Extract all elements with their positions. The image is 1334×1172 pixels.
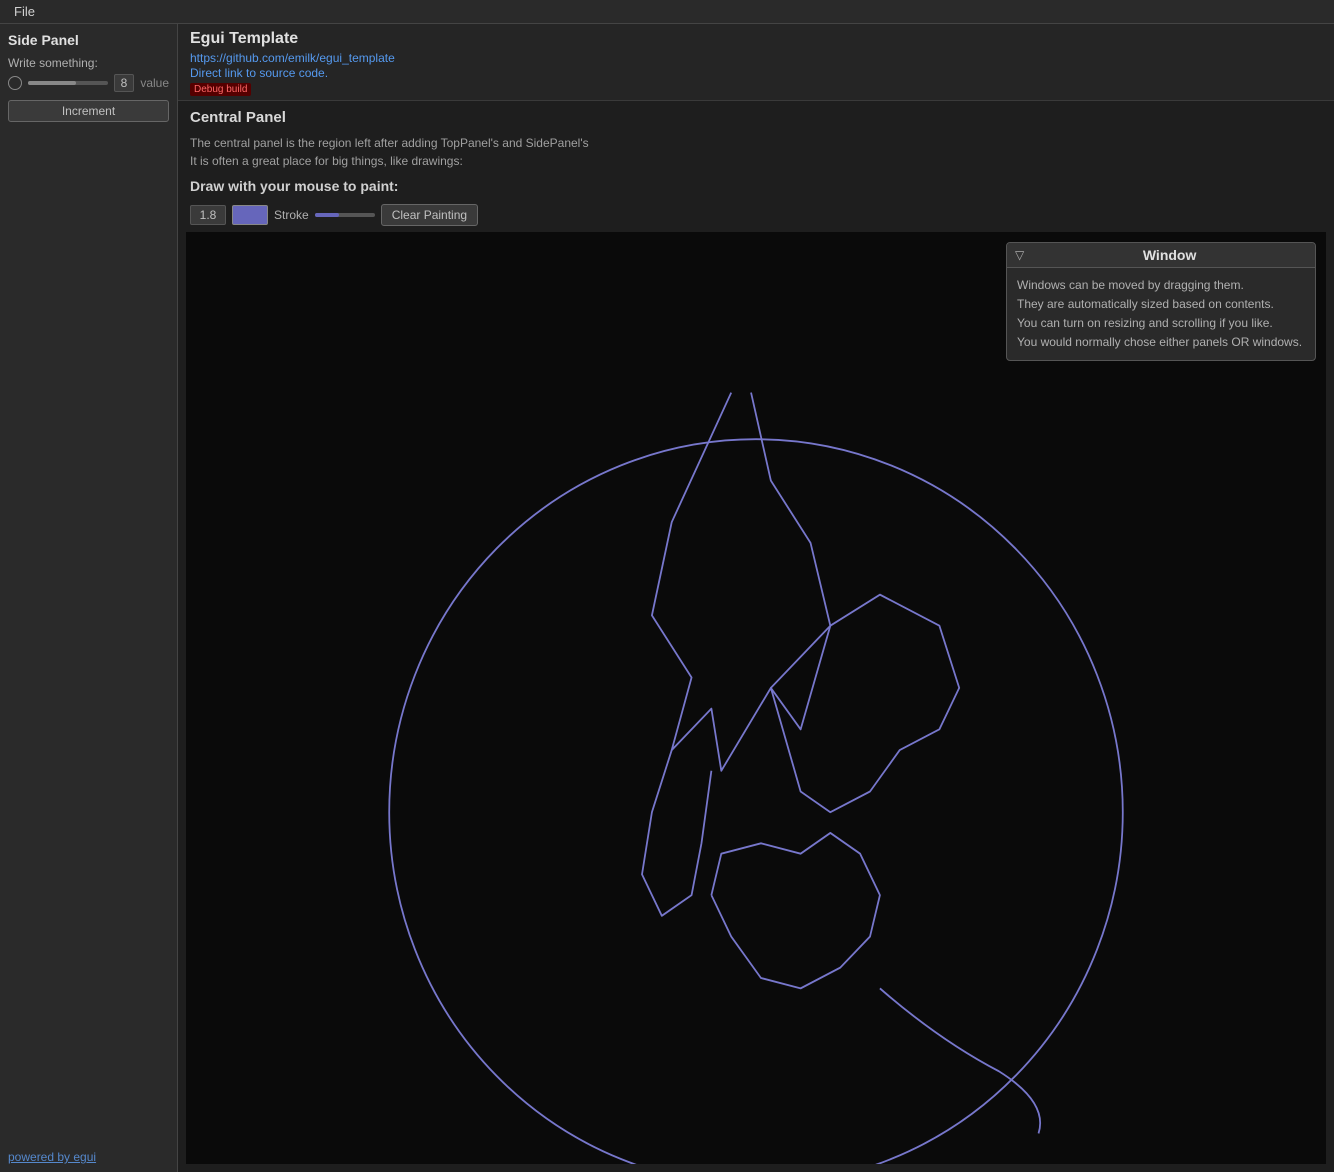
slider-track[interactable]	[28, 81, 108, 85]
central-header: Egui Template https://github.com/emilk/e…	[178, 24, 1334, 101]
stroke-slider[interactable]	[315, 213, 375, 217]
window-body-text: Windows can be moved by dragging them. T…	[1017, 276, 1305, 353]
window-popup[interactable]: ▽ Window Windows can be moved by draggin…	[1006, 242, 1316, 362]
central-panel-label: Central Panel	[190, 107, 1322, 130]
paint-label: Draw with your mouse to paint:	[190, 178, 398, 194]
github-link[interactable]: https://github.com/emilk/egui_template	[190, 51, 395, 65]
side-panel-title: Side Panel	[8, 32, 169, 48]
main-layout: Side Panel Write something: 8 value Incr…	[0, 24, 1334, 1172]
central-title: Egui Template	[190, 30, 1322, 48]
increment-button[interactable]: Increment	[8, 100, 169, 122]
window-line1: Windows can be moved by dragging them.	[1017, 276, 1305, 295]
side-panel: Side Panel Write something: 8 value Incr…	[0, 24, 178, 1172]
central-desc: Central Panel The central panel is the r…	[178, 101, 1334, 174]
paint-svg[interactable]	[186, 232, 1326, 1165]
write-label: Write something:	[8, 56, 169, 70]
stroke-value-field[interactable]: 1.8	[190, 205, 226, 225]
desc-line1: The central panel is the region left aft…	[190, 134, 1322, 152]
window-line4: You would normally chose either panels O…	[1017, 333, 1305, 352]
slider-fill	[28, 81, 76, 85]
desc-line2: It is often a great place for big things…	[190, 152, 1322, 170]
value-label: value	[140, 76, 169, 90]
window-titlebar[interactable]: ▽ Window	[1007, 243, 1315, 268]
menubar: File	[0, 0, 1334, 24]
toolbar: Draw with your mouse to paint:	[178, 174, 1334, 204]
stroke-toolbar: 1.8 Stroke Clear Painting	[178, 204, 1334, 232]
collapse-icon[interactable]: ▽	[1015, 248, 1024, 262]
window-line3: You can turn on resizing and scrolling i…	[1017, 314, 1305, 333]
central-panel: Egui Template https://github.com/emilk/e…	[178, 24, 1334, 1172]
powered-by-link[interactable]: powered by egui	[8, 1150, 169, 1164]
stroke-label: Stroke	[274, 208, 309, 222]
window-body: Windows can be moved by dragging them. T…	[1007, 268, 1315, 361]
canvas-area[interactable]: ▽ Window Windows can be moved by draggin…	[186, 232, 1326, 1165]
stroke-slider-fill	[315, 213, 339, 217]
window-title: Window	[1032, 247, 1307, 263]
slider-thumb-icon[interactable]	[8, 76, 22, 90]
slider-row: 8 value	[8, 74, 169, 92]
slider-value-badge: 8	[114, 74, 135, 92]
color-swatch[interactable]	[232, 205, 268, 225]
file-menu[interactable]: File	[6, 2, 43, 21]
direct-link[interactable]: Direct link to source code.	[190, 66, 328, 80]
clear-painting-button[interactable]: Clear Painting	[381, 204, 478, 226]
debug-badge: Debug build	[190, 83, 251, 96]
window-line2: They are automatically sized based on co…	[1017, 295, 1305, 314]
